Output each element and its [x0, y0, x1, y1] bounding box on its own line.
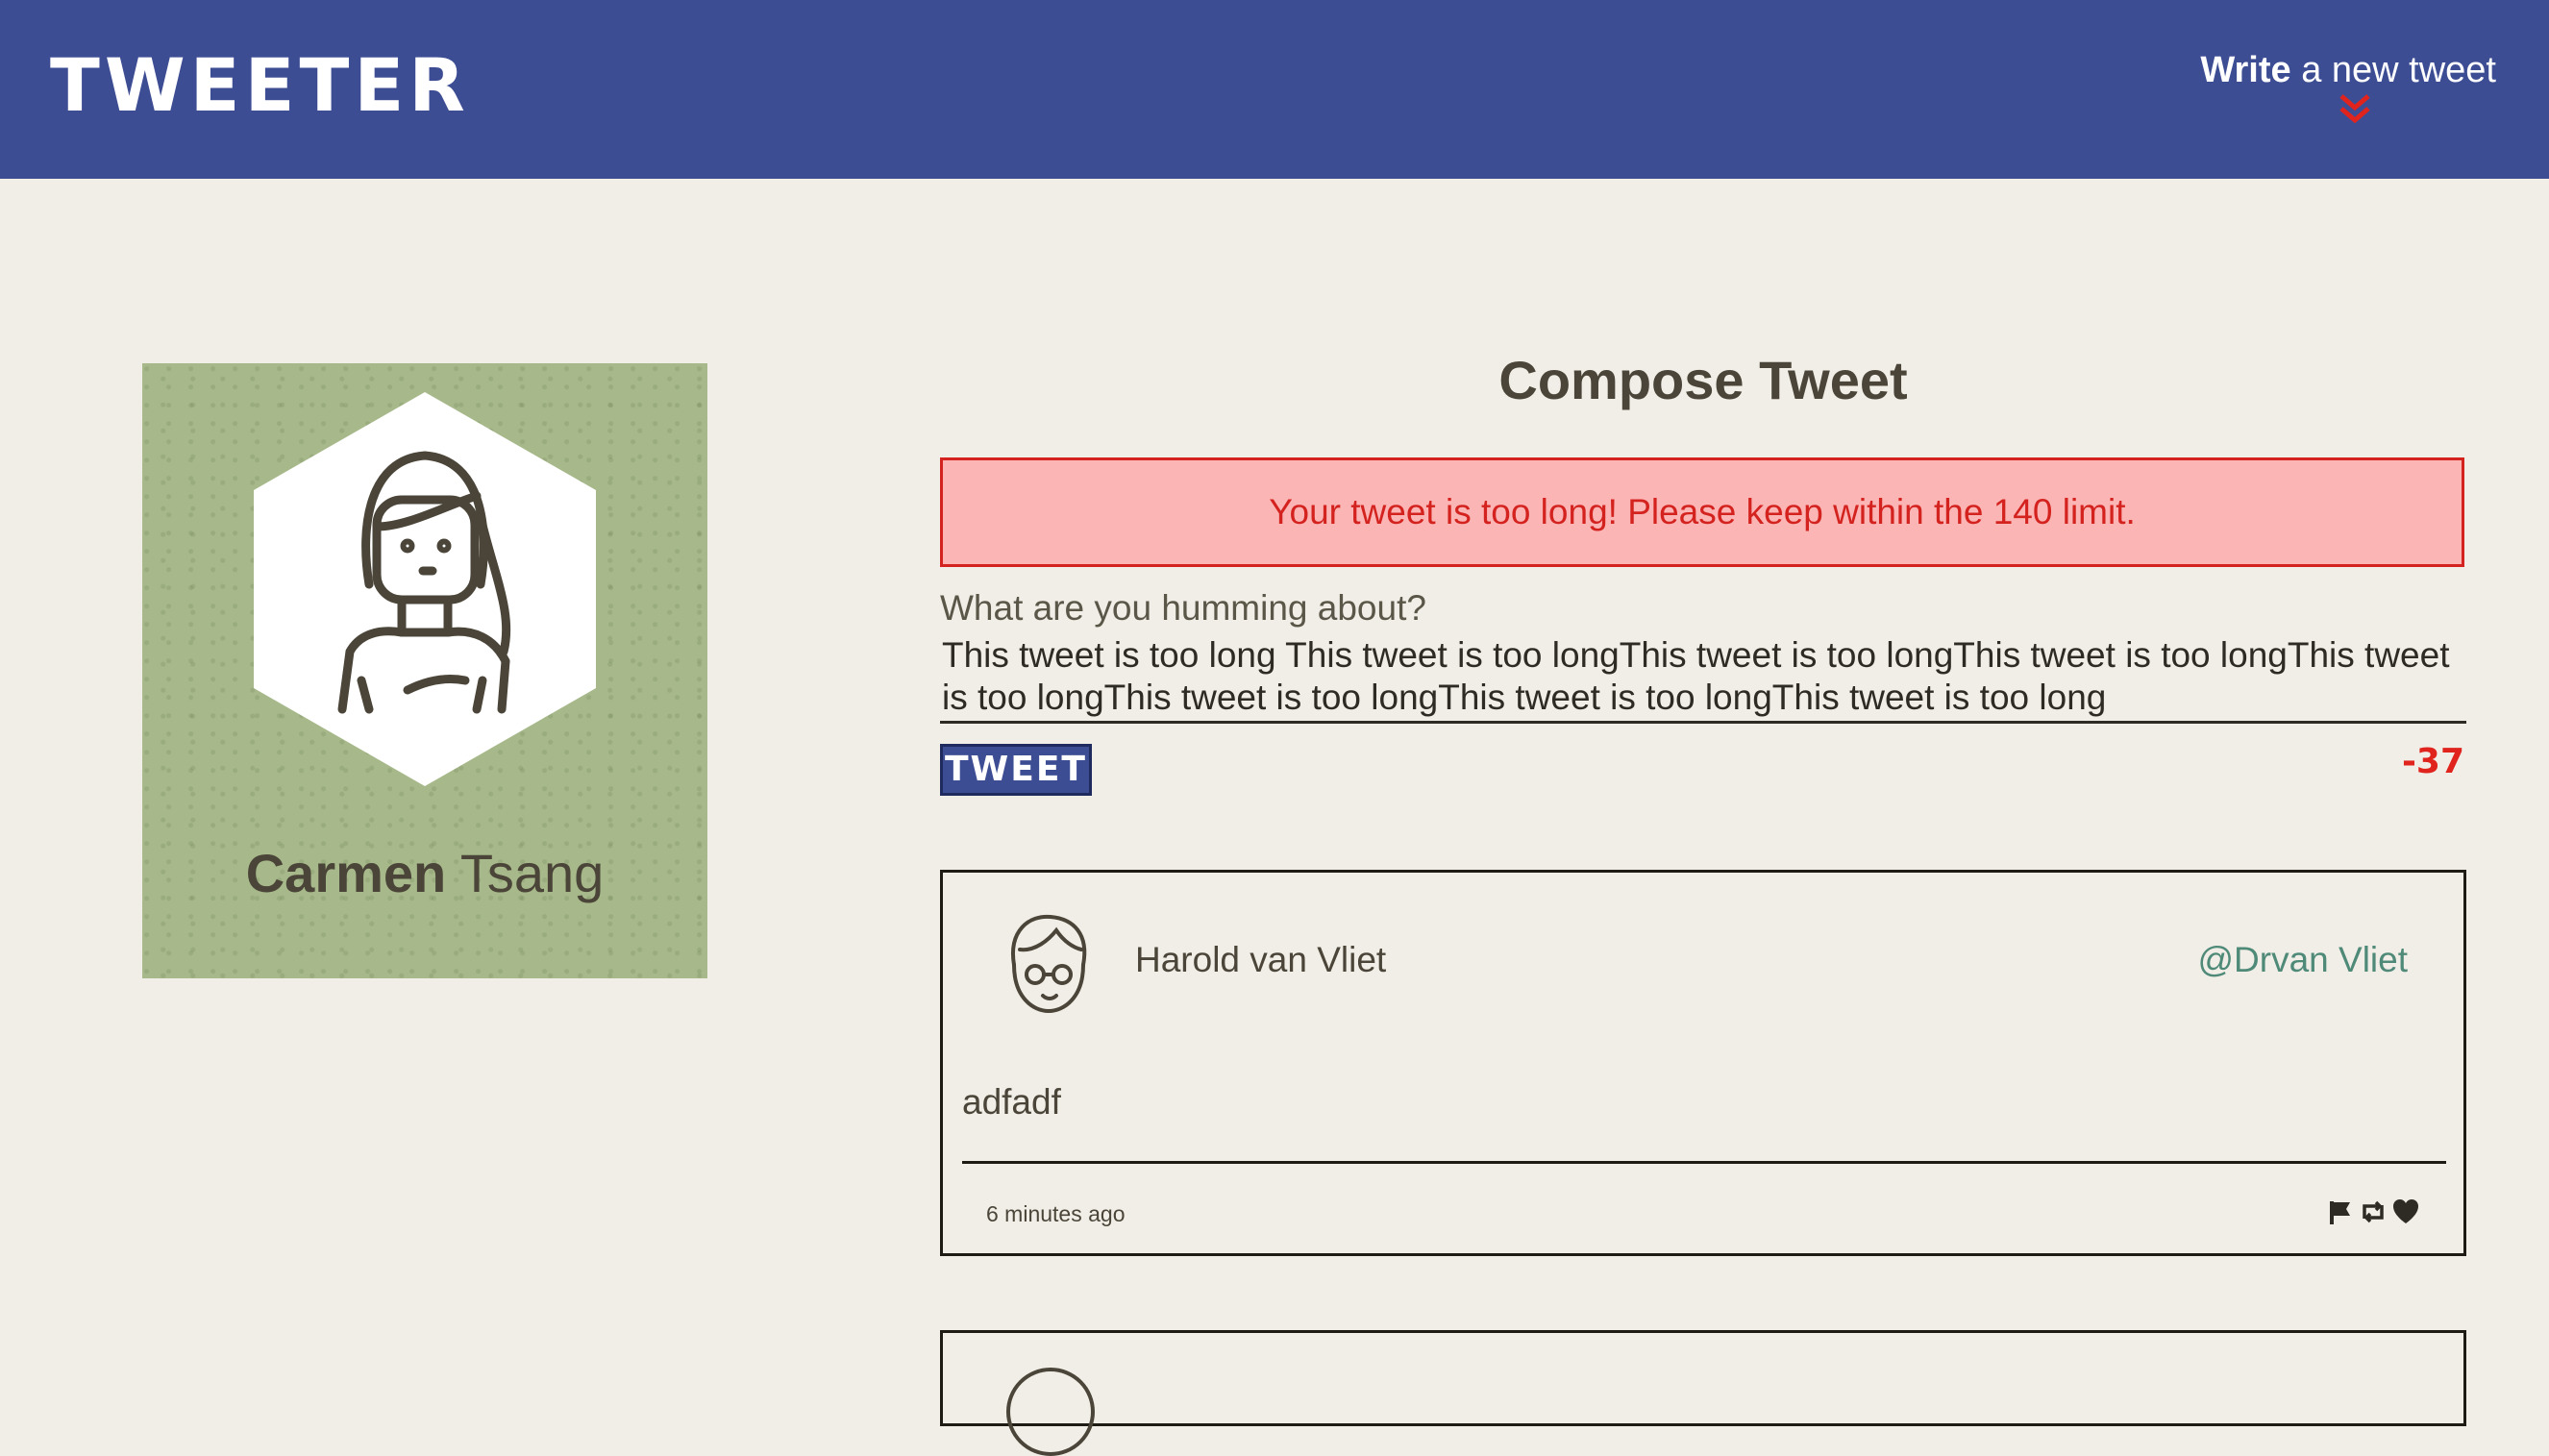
- man-avatar-icon: [1011, 914, 1087, 1014]
- top-nav: TWEETER Write a new tweet: [0, 0, 2549, 179]
- write-label-bold: Write: [2200, 50, 2291, 90]
- tweet-textarea[interactable]: This tweet is too long This tweet is too…: [942, 634, 2466, 719]
- char-counter: -37: [2401, 742, 2464, 781]
- tweet-author-handle[interactable]: @Drvan Vliet: [2197, 940, 2408, 980]
- avatar-icon: [1006, 1368, 1095, 1456]
- write-label-rest: a new tweet: [2301, 50, 2496, 90]
- profile-first-name: Carmen: [245, 843, 447, 903]
- double-chevron-down-icon[interactable]: [2336, 92, 2374, 125]
- retweet-icon[interactable]: [2359, 1197, 2388, 1226]
- tweet-submit-button[interactable]: TWEET: [940, 744, 1092, 796]
- compose-title: Compose Tweet: [1498, 350, 1908, 410]
- heart-icon[interactable]: [2391, 1197, 2420, 1226]
- textarea-underline: [940, 721, 2466, 724]
- brand-logo[interactable]: TWEETER: [50, 42, 470, 129]
- write-tweet-link[interactable]: Write a new tweet: [2200, 48, 2496, 92]
- woman-avatar-icon: [254, 392, 596, 786]
- profile-name: Carmen Tsang: [142, 842, 707, 904]
- tweet-card: Harold van Vliet @Drvan Vliet adfadf 6 m…: [940, 870, 2466, 1256]
- profile-last-name: Tsang: [459, 843, 605, 903]
- tweet-timestamp: 6 minutes ago: [986, 1201, 1126, 1226]
- tweet-actions: [2326, 1197, 2420, 1228]
- tweet-body: adfadf: [962, 1082, 1061, 1122]
- tweet-card: [940, 1330, 2466, 1456]
- tweet-divider: [962, 1161, 2446, 1164]
- error-message: Your tweet is too long! Please keep with…: [940, 457, 2464, 567]
- tweet-author-name: Harold van Vliet: [1135, 940, 1387, 979]
- flag-icon[interactable]: [2326, 1197, 2355, 1226]
- profile-card: Carmen Tsang: [142, 363, 707, 978]
- textarea-label: What are you humming about?: [940, 588, 1426, 628]
